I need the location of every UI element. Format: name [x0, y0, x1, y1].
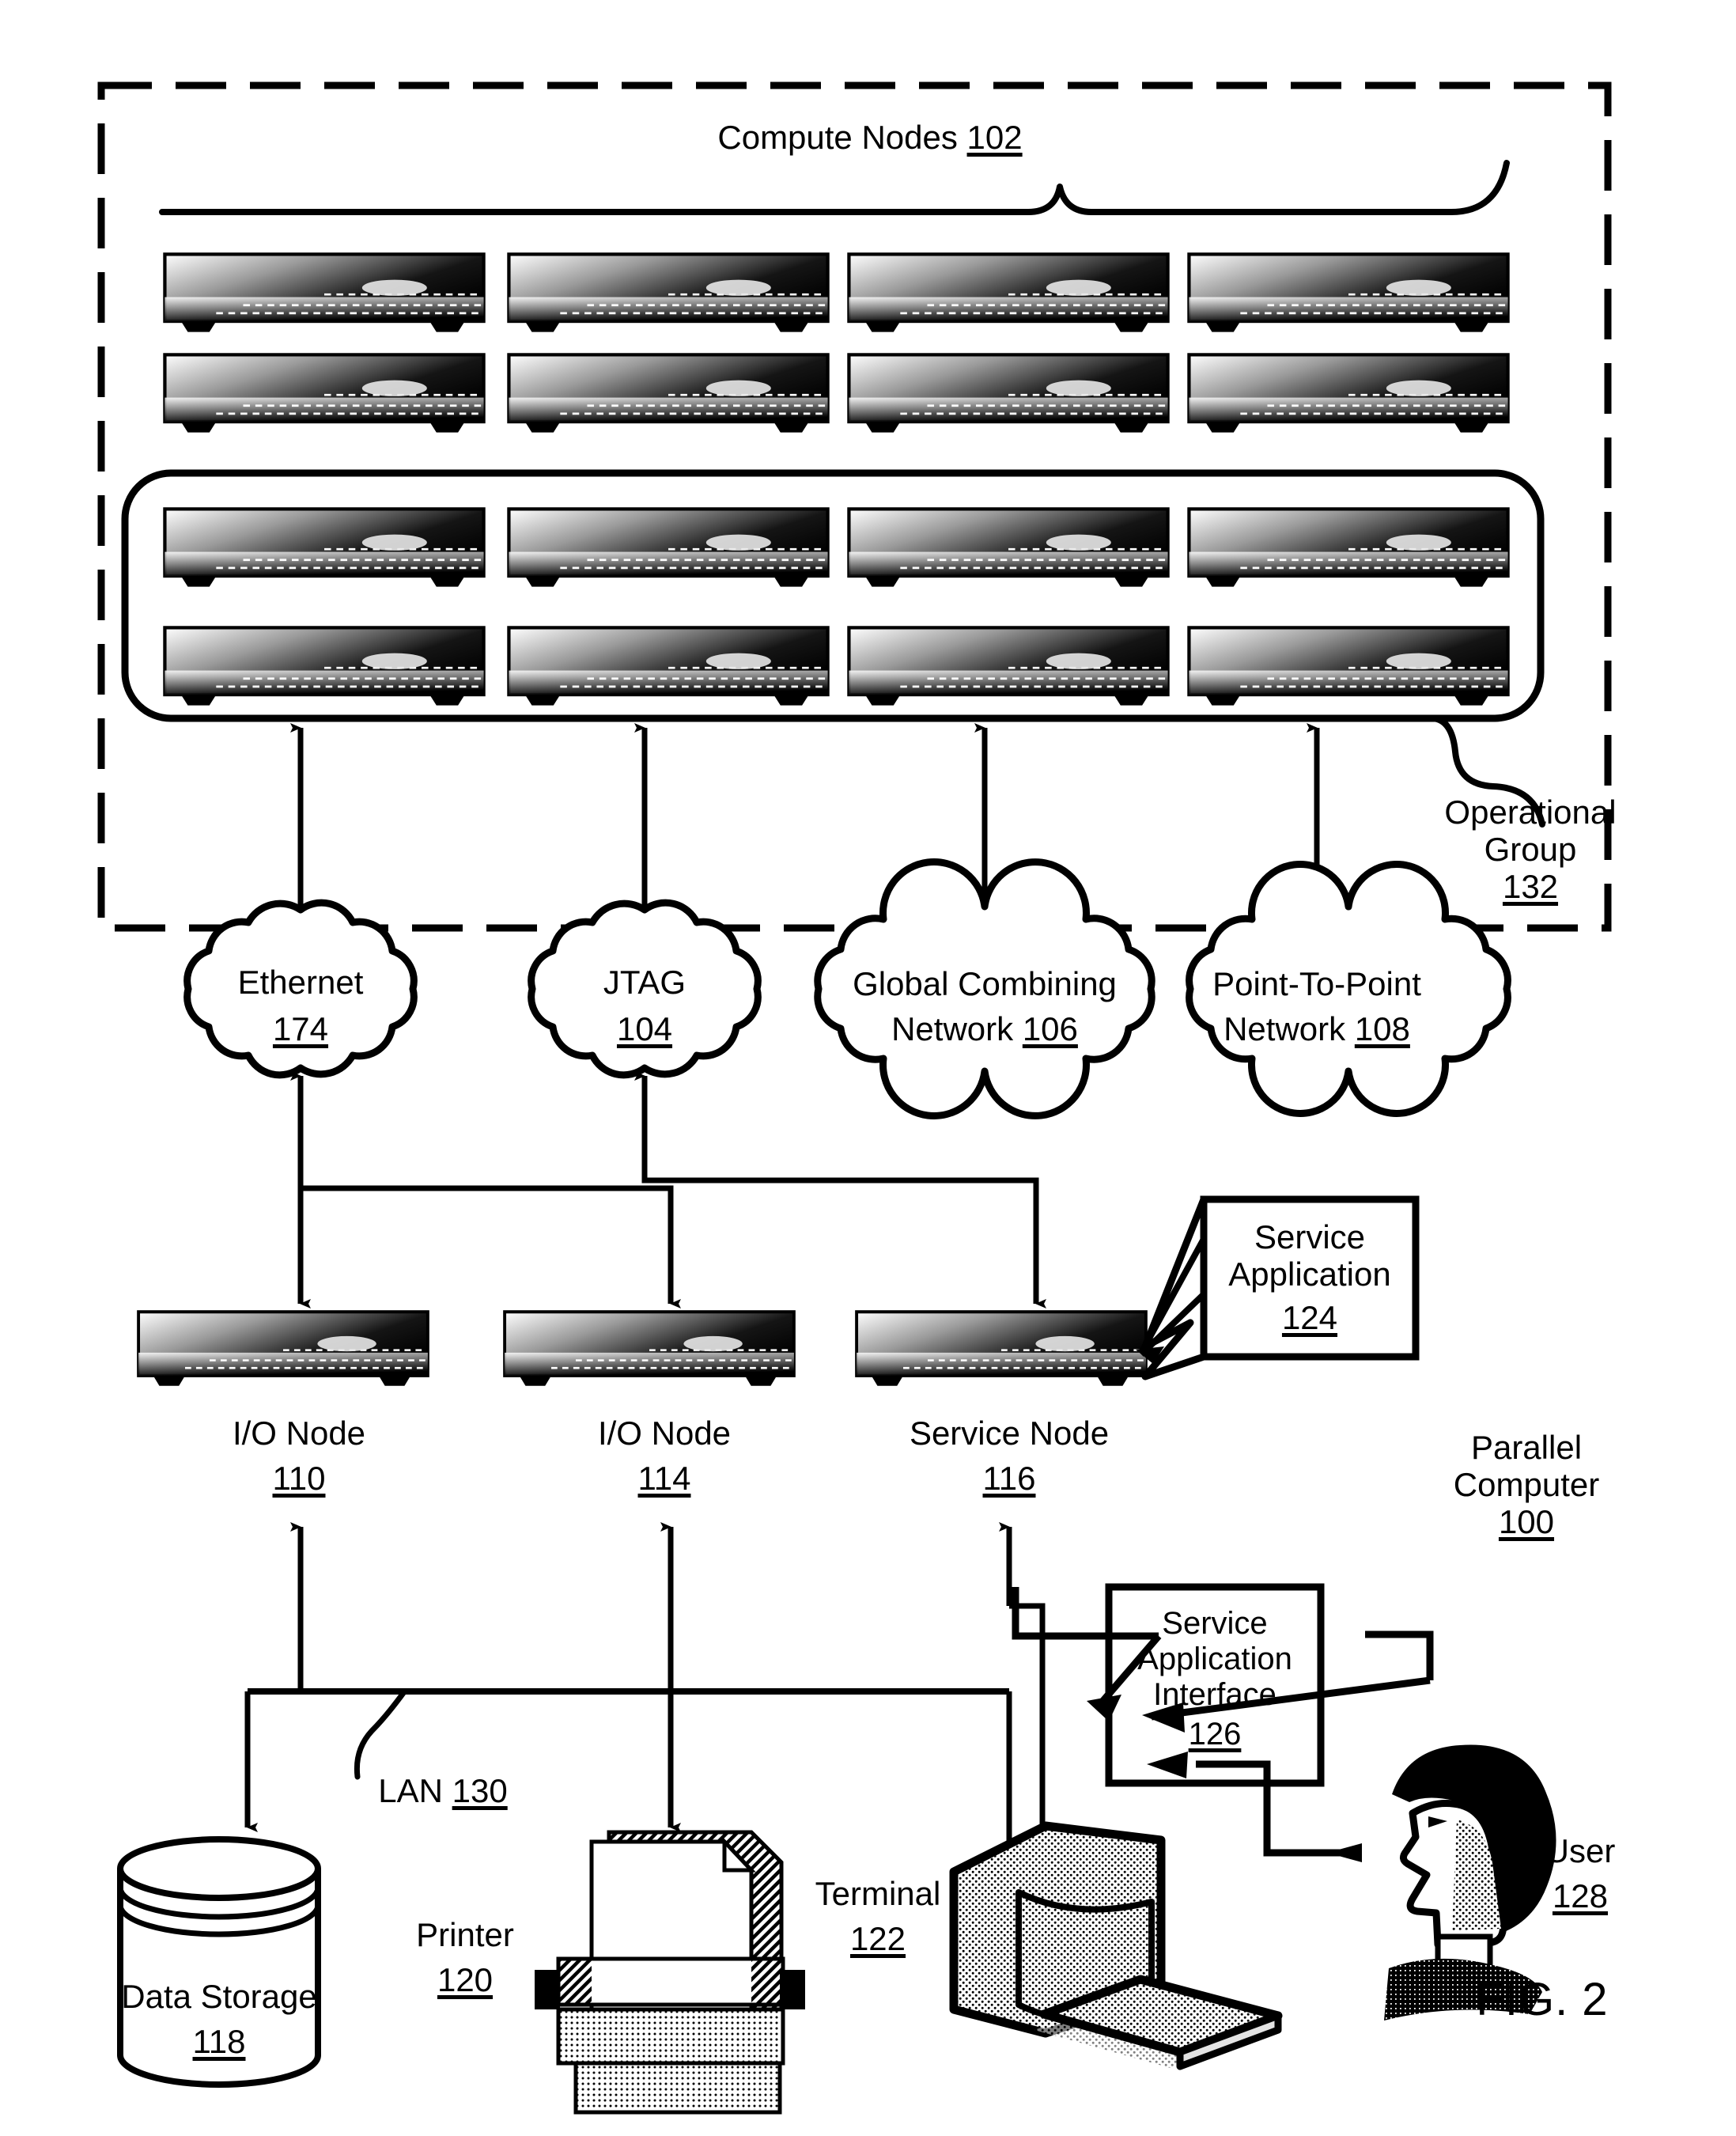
printer-image: [535, 1830, 805, 2115]
parallel-computer-label: Parallel Computer 100: [1453, 1429, 1600, 1541]
service-node-image: [857, 1312, 1146, 1386]
printer-label: Printer 120: [416, 1916, 514, 1999]
service-application-pointer-tip: [1136, 1346, 1164, 1364]
terminal-to-user-arrow-tip: [1327, 1843, 1362, 1862]
patent-figure: Compute Nodes 102 Operational Group 132 …: [0, 0, 1736, 2136]
terminal-label: Terminal 122: [815, 1875, 941, 1958]
sai-to-terminal-leader: [1101, 1671, 1109, 1685]
node-to-lan-links: [290, 1522, 1053, 1903]
sai-terminal-arrow-tip: [1147, 1752, 1188, 1778]
operational-group-label: Operational Group 132: [1444, 793, 1617, 906]
service-application-pointer: [1138, 1237, 1207, 1357]
service-node-label: Service Node 116: [909, 1415, 1110, 1498]
lan-leader: [354, 1690, 407, 1780]
link-jtag-service: [634, 1071, 1046, 1308]
link-ethernet-io114: [301, 1185, 681, 1308]
compute-nodes-brace: [159, 160, 1510, 215]
compute-nodes-label: Compute Nodes 102: [717, 119, 1023, 156]
lan-bus: [244, 1688, 1019, 1880]
parallel-computer-boundary: [97, 81, 1612, 932]
service-application-label: Service Application 124: [1228, 1218, 1391, 1337]
terminal-image: [949, 1821, 1283, 2070]
service-application-interface-label: Service Application Interface 126: [1137, 1606, 1292, 1752]
figure-canvas: [97, 81, 1612, 2115]
io-node-110-image: [138, 1312, 428, 1386]
io-node-110-label: I/O Node 110: [232, 1415, 366, 1498]
group-to-network-arrows: [290, 723, 1327, 922]
network-global-combining-label: Global Combining Network 106: [853, 965, 1117, 1048]
network-ethernet-label: Ethernet 174: [237, 964, 364, 1048]
sai-pointer-tip: [1087, 1695, 1121, 1721]
io-node-114-image: [505, 1312, 794, 1386]
compute-node-grid-top: [165, 254, 1507, 432]
data-storage-label: Data Storage 118: [121, 1978, 317, 2061]
network-point-to-point-label: Point-To-Point Network 108: [1212, 965, 1421, 1048]
compute-node-grid-group: [165, 509, 1507, 705]
lan-label: LAN 130: [378, 1772, 508, 1809]
network-jtag-label: JTAG 104: [603, 964, 686, 1048]
user-label: User 128: [1545, 1832, 1616, 1915]
operational-group-boundary: [121, 469, 1545, 722]
io-node-114-label: I/O Node 114: [597, 1415, 732, 1498]
figure-caption: FIG. 2: [1476, 1974, 1609, 2025]
